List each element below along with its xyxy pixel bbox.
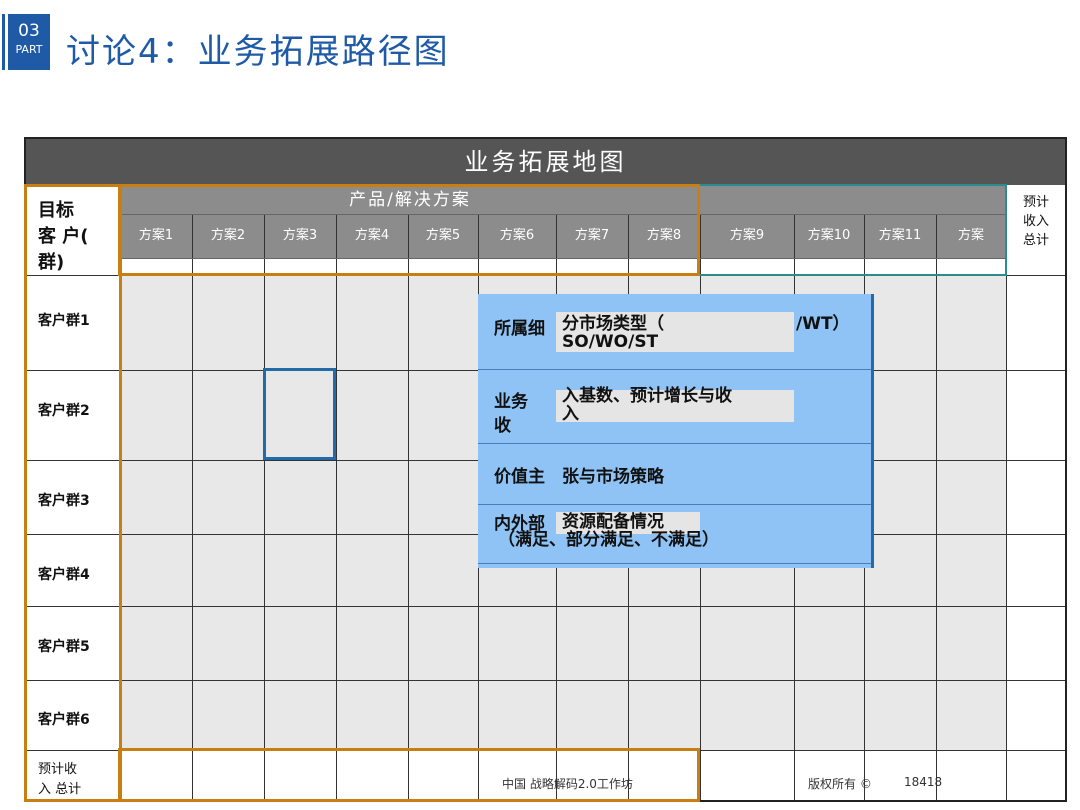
forecast-line-3: 总计: [1022, 233, 1049, 248]
overlay-row1-main: 分市场类型（: [562, 314, 664, 334]
overlay-row3-prefix: 价值主: [494, 467, 545, 487]
part-number: 03: [18, 21, 40, 41]
grid-column-line: [936, 214, 937, 800]
forecast-revenue-label: 预计 收入 总计: [1012, 193, 1060, 250]
overlay-row1-prefix: 所属细: [494, 319, 545, 339]
table-header: 业务拓展地图: [26, 139, 1065, 185]
part-label: PART: [15, 43, 43, 56]
orange-highlight-customers: [24, 184, 122, 802]
overlay-divider-1: [478, 369, 871, 370]
grid-column-line: [1006, 186, 1007, 800]
grid-column-line: [264, 214, 265, 800]
overlay-divider-2: [478, 443, 871, 444]
overlay-row1-codes: SO/WO/ST: [562, 332, 659, 352]
overlay-divider-4: [478, 563, 871, 564]
overlay-row2-prefix-2: 收: [494, 416, 511, 436]
overlay-row1-suffix: /WT）: [796, 314, 850, 334]
overlay-row4-options: （满足、部分满足、不满足）: [498, 530, 719, 550]
overlay-row2-main-2: 入: [562, 404, 579, 424]
overlay-row4-main: 资源配备情况: [562, 512, 664, 532]
footer-workshop: 中国 战略解码2.0工作坊: [502, 777, 633, 791]
grid-row-line: [26, 680, 1065, 681]
footer-copyright: 版权所有 ©: [808, 777, 872, 791]
slide-title: 讨论4：业务拓展路径图: [66, 32, 450, 72]
grid-column-line: [408, 214, 409, 800]
overlay-row2-prefix: 业务: [494, 392, 528, 412]
part-badge: 03 PART: [8, 14, 50, 70]
selected-cell-highlight: [263, 368, 336, 460]
overlay-row3-main: 张与市场策略: [562, 467, 664, 487]
grid-row-line: [26, 606, 1065, 607]
overlay-row2-main: 入基数、预计增长与收: [562, 386, 732, 406]
forecast-line-2: 收入: [1022, 214, 1049, 229]
forecast-line-1: 预计: [1022, 195, 1049, 210]
grid-column-line: [192, 214, 193, 800]
badge-accent-bar: [2, 14, 5, 70]
overlay-divider-3: [478, 504, 871, 505]
teal-highlight-box: [697, 184, 1007, 276]
grid-column-line: [336, 214, 337, 800]
orange-highlight-products: [118, 184, 700, 276]
footer-page: 18418: [904, 775, 943, 789]
